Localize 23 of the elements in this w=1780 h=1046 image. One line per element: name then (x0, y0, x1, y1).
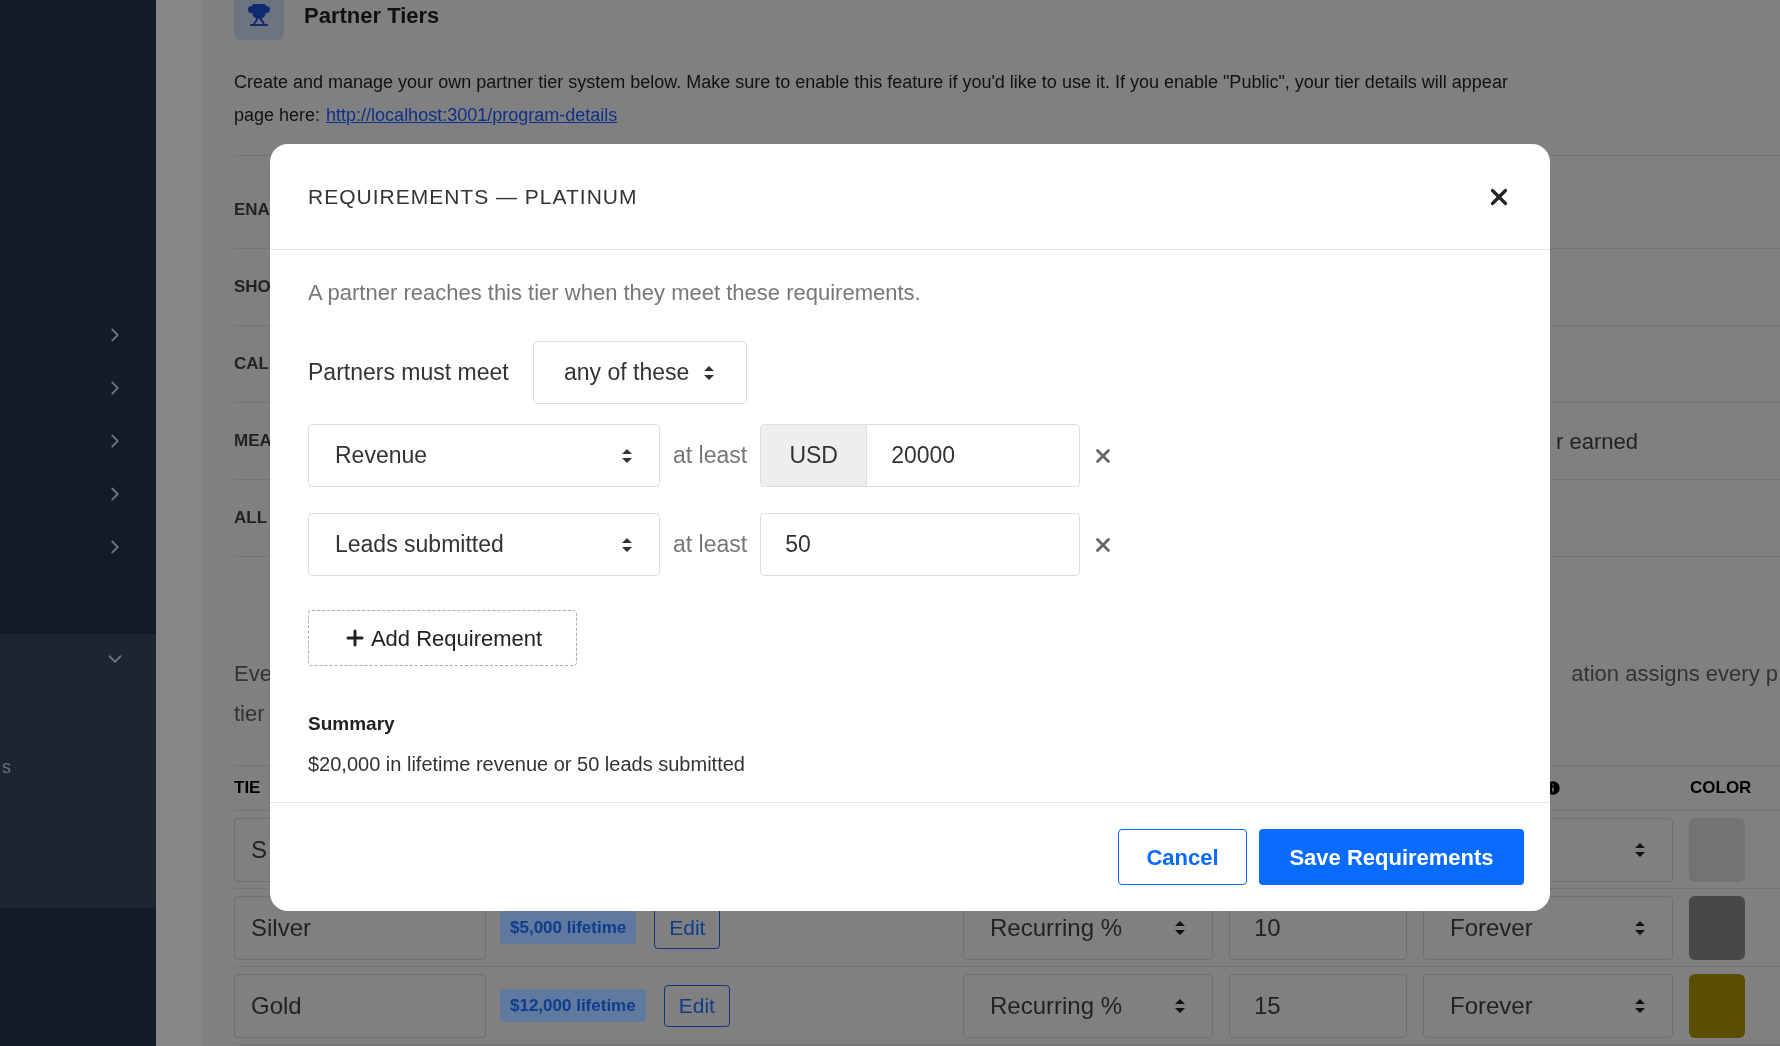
section-title: Partner Tiers (304, 1, 440, 30)
intro-text: A partner reaches this tier when they meet these requirements. (308, 279, 922, 307)
column-header: COLOR (1690, 777, 1752, 800)
requirement-badge: $12,000 lifetime (500, 988, 646, 1023)
paragraph-text: Eve (234, 660, 272, 688)
setting-label: MEA (234, 431, 272, 451)
match-label: Partners must meet (308, 358, 509, 388)
setting-label: ALL (234, 508, 268, 528)
summary-title: Summary (308, 712, 396, 736)
paragraph-text: ation assigns every p (1571, 660, 1778, 688)
paragraph-text: tier (234, 701, 265, 726)
description-text: page here: (234, 104, 321, 127)
column-header: TIE (234, 778, 261, 798)
setting-label: CAL (234, 354, 269, 374)
setting-value: r earned (1556, 427, 1638, 456)
comparator-text: at least (673, 530, 748, 560)
summary-text: $20,000 in lifetime revenue or 50 leads submitted (308, 751, 746, 777)
description-text: Create and manage your own partner tier system below. Make sure to enable this feature if you'd like to use it. If you enable "Public", your tier details will appear (234, 71, 1508, 94)
requirement-badge: $5,000 lifetime (500, 910, 637, 945)
setting-label: SHO (234, 277, 271, 297)
setting-label: ENA (234, 200, 270, 220)
dialog-title: REQUIREMENTS — PLATINUM (308, 183, 638, 210)
comparator-text: at least (673, 441, 748, 471)
